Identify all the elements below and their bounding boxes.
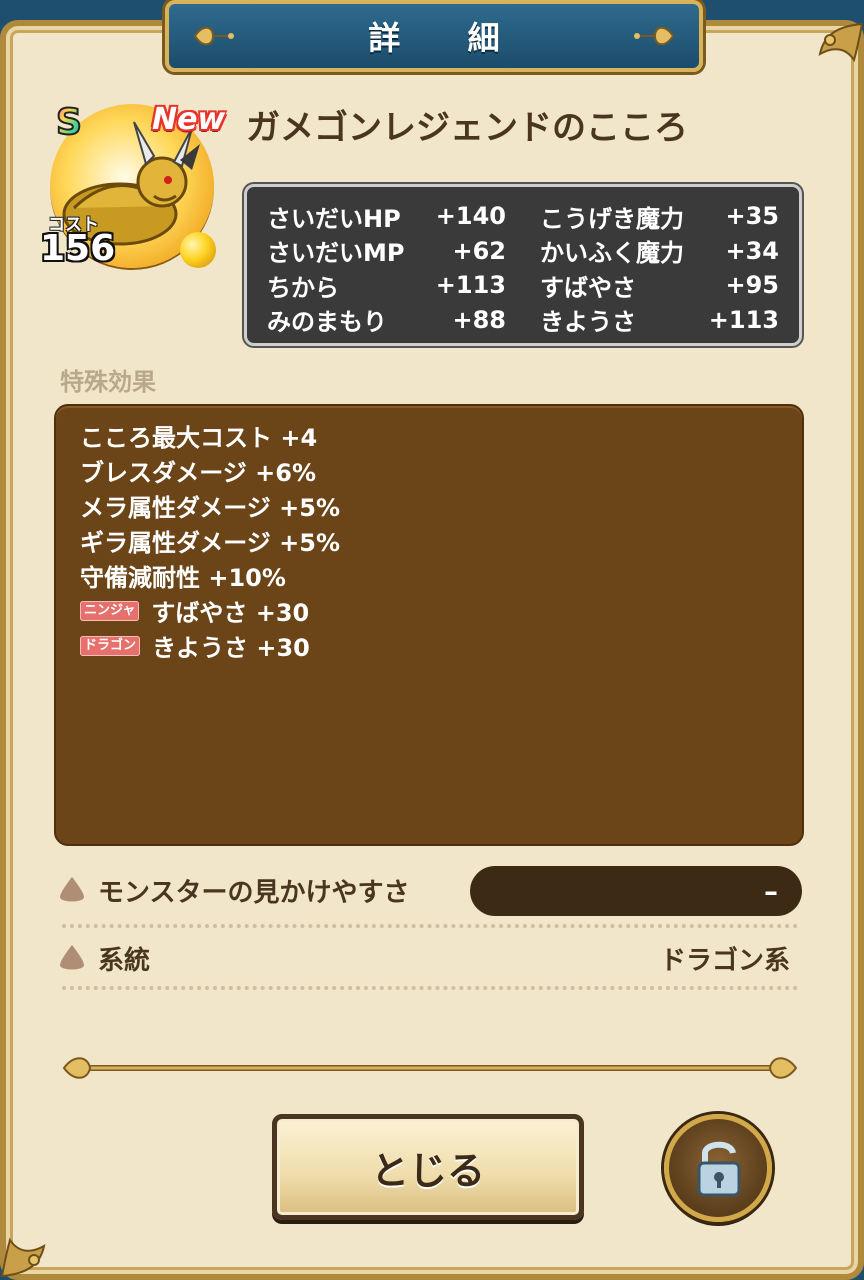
visibility-value: – — [470, 866, 802, 916]
special-effects-panel[interactable]: こころ最大コスト +4 ブレスダメージ +6% メラ属性ダメージ +5% ギラ属… — [54, 404, 804, 846]
gold-orb-icon — [180, 232, 216, 268]
stat-row: かいふく魔力 +34 — [540, 234, 779, 269]
effect-text: すばやさ +30 — [151, 599, 310, 627]
stat-row: さいだいHP +140 — [267, 199, 506, 234]
stat-row: さいだいMP +62 — [267, 234, 506, 269]
effect-row: ギラ属性ダメージ +5% — [80, 523, 778, 558]
stat-label: さいだいMP — [267, 239, 405, 268]
fleur-de-lis-icon — [193, 26, 234, 46]
effect-row: 守備減耐性 +10% — [80, 558, 778, 593]
new-badge: New — [152, 102, 226, 137]
stat-row: きようさ +113 — [540, 303, 779, 338]
fleur-de-lis-icon — [634, 26, 675, 46]
cost-value: 156 — [40, 228, 116, 269]
family-row: 系統 ドラゴン系 — [56, 934, 802, 982]
monster-type-tag: ドラゴン — [80, 635, 141, 656]
special-effects-heading: 特殊効果 — [60, 368, 156, 396]
corner-ornament-icon — [818, 22, 864, 63]
effect-row: ドラゴン きようさ +30 — [80, 628, 778, 663]
visibility-row: モンスターの見かけやすさ – — [56, 866, 802, 916]
stats-panel: さいだいHP +140 こうげき魔力 +35 さいだいMP +62 かいふく魔力 +34… — [244, 184, 802, 346]
drop-icon — [60, 945, 84, 970]
stat-label: きようさ — [540, 308, 636, 337]
stat-label: みのまもり — [267, 308, 387, 337]
effect-text: きようさ +30 — [152, 634, 310, 662]
effect-row: ニンジャ すばやさ +30 — [80, 593, 778, 628]
effect-text: ブレスダメージ +6% — [80, 459, 317, 487]
dialog-title: 詳 細 — [368, 19, 528, 57]
row-divider — [62, 986, 798, 990]
close-button[interactable]: とじる — [272, 1114, 584, 1220]
stat-label: ちから — [267, 273, 339, 302]
drop-icon — [60, 877, 84, 902]
corner-ornament-icon — [0, 1237, 46, 1278]
stat-row: ちから +113 — [267, 268, 506, 303]
stat-value: +95 — [725, 271, 779, 300]
stat-value: +35 — [725, 202, 779, 231]
visibility-value-text: – — [764, 874, 778, 908]
rank-badge: S — [55, 101, 83, 142]
stat-row: すばやさ +95 — [540, 268, 779, 303]
row-divider — [62, 924, 798, 928]
effect-text: こころ最大コスト +4 — [80, 424, 318, 452]
effect-text: メラ属性ダメージ +5% — [80, 494, 341, 522]
effect-text: ギラ属性ダメージ +5% — [80, 529, 341, 557]
unlocked-padlock-icon — [697, 1141, 741, 1197]
dialog-title-banner: 詳 細 — [165, 0, 703, 72]
monster-type-tag: ニンジャ — [80, 600, 140, 621]
svg-text:S: S — [56, 102, 82, 142]
stat-label: すばやさ — [540, 273, 636, 302]
effect-row: こころ最大コスト +4 — [80, 418, 778, 453]
effect-text: 守備減耐性 +10% — [80, 564, 286, 592]
stat-value: +34 — [725, 236, 779, 265]
stat-label: こうげき魔力 — [540, 204, 684, 233]
item-name: ガメゴンレジェンドのこころ — [246, 108, 688, 148]
family-value: ドラゴン系 — [659, 945, 790, 976]
effect-row: ブレスダメージ +6% — [80, 453, 778, 488]
ornamental-divider — [62, 1057, 798, 1079]
stat-value: +88 — [452, 305, 506, 334]
stat-label: さいだいHP — [267, 204, 401, 233]
stat-label: かいふく魔力 — [540, 239, 684, 268]
stat-value: +113 — [435, 271, 506, 300]
effect-row: メラ属性ダメージ +5% — [80, 488, 778, 523]
visibility-label: モンスターの見かけやすさ — [98, 877, 410, 908]
family-label: 系統 — [98, 945, 151, 976]
stat-row: こうげき魔力 +35 — [540, 199, 779, 234]
stat-row: みのまもり +88 — [267, 303, 506, 338]
stat-value: +62 — [452, 236, 506, 265]
stat-value: +140 — [435, 202, 506, 231]
lock-toggle-button[interactable] — [664, 1114, 772, 1222]
stat-value: +113 — [708, 305, 779, 334]
